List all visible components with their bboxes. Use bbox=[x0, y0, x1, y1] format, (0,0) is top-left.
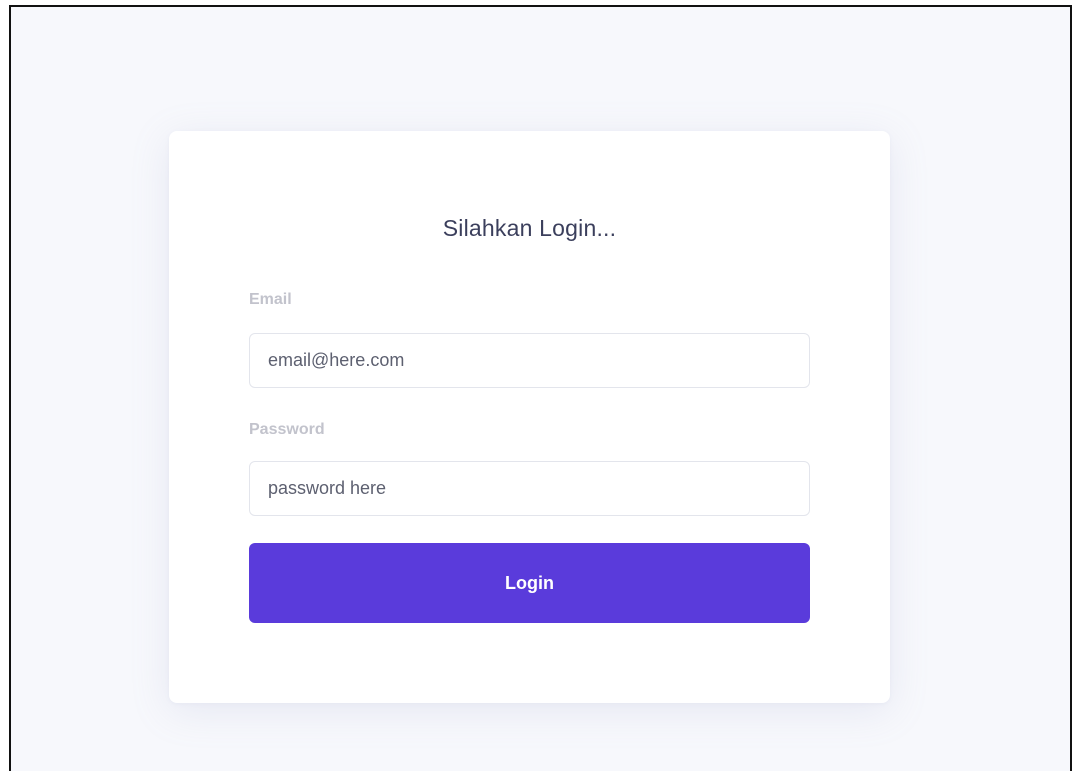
page-viewport: Silahkan Login... Email Password Login bbox=[9, 5, 1072, 771]
email-label: Email bbox=[249, 291, 292, 308]
login-card: Silahkan Login... Email Password Login bbox=[169, 131, 890, 703]
login-button[interactable]: Login bbox=[249, 543, 810, 623]
email-input[interactable] bbox=[249, 333, 810, 388]
password-input[interactable] bbox=[249, 461, 810, 516]
login-title: Silahkan Login... bbox=[442, 215, 617, 241]
password-label: Password bbox=[249, 421, 325, 438]
